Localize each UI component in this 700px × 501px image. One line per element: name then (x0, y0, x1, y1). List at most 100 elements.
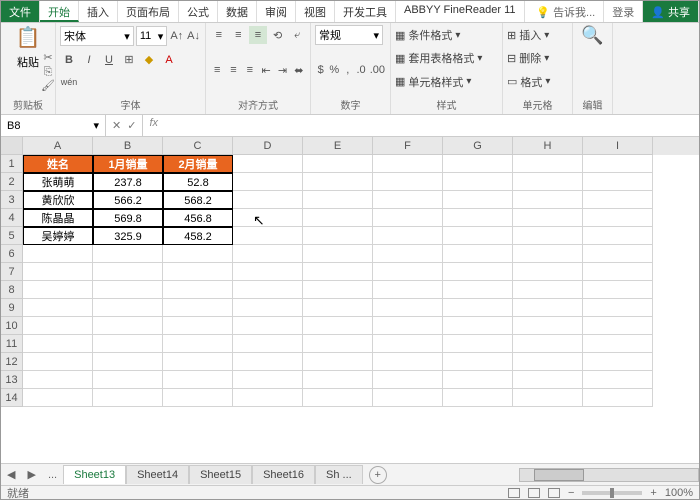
cell[interactable] (233, 263, 303, 281)
cell[interactable] (583, 317, 653, 335)
cell[interactable] (23, 335, 93, 353)
col-header[interactable]: H (513, 137, 583, 155)
cell[interactable] (513, 335, 583, 353)
enter-icon[interactable]: ✓ (127, 119, 136, 132)
cell[interactable]: 566.2 (93, 191, 163, 209)
cell[interactable] (373, 155, 443, 173)
col-header[interactable]: B (93, 137, 163, 155)
cell[interactable] (513, 371, 583, 389)
cell[interactable] (583, 227, 653, 245)
cell[interactable] (303, 155, 373, 173)
cell[interactable] (513, 317, 583, 335)
cell[interactable] (23, 317, 93, 335)
row-header[interactable]: 9 (1, 299, 23, 317)
conditional-format-button[interactable]: ▦条件格式 ▾ (395, 25, 498, 45)
cell[interactable]: 陈晶晶 (23, 209, 93, 227)
zoom-in-icon[interactable]: + (650, 487, 656, 499)
cell[interactable]: 52.8 (163, 173, 233, 191)
cell[interactable] (23, 371, 93, 389)
sheet-tab[interactable]: Sheet15 (189, 465, 252, 484)
cell[interactable] (163, 389, 233, 407)
cell[interactable] (303, 281, 373, 299)
fill-color-button[interactable]: ◆ (140, 51, 158, 69)
cell[interactable] (373, 281, 443, 299)
cell[interactable] (513, 281, 583, 299)
row-header[interactable]: 7 (1, 263, 23, 281)
shrink-font-icon[interactable]: A↓ (186, 27, 201, 45)
cell[interactable] (303, 299, 373, 317)
find-icon[interactable]: 🔍 (577, 25, 608, 46)
wrap-text-icon[interactable]: ⤶ (288, 26, 306, 44)
copy-icon[interactable]: ⎘ (41, 65, 55, 79)
orientation-icon[interactable]: ⟲ (269, 26, 287, 44)
formula-input[interactable] (164, 115, 699, 136)
cell[interactable] (373, 389, 443, 407)
cell[interactable] (163, 263, 233, 281)
cell[interactable] (93, 371, 163, 389)
cell[interactable] (233, 335, 303, 353)
row-header[interactable]: 1 (1, 155, 23, 173)
indent-dec-icon[interactable]: ⇤ (259, 61, 273, 79)
tell-me[interactable]: 💡 告诉我... (528, 1, 604, 22)
cell[interactable] (163, 353, 233, 371)
cell[interactable]: 黄欣欣 (23, 191, 93, 209)
cell[interactable] (373, 317, 443, 335)
cell[interactable] (513, 191, 583, 209)
align-mid-icon[interactable]: ≡ (230, 26, 248, 44)
spreadsheet-grid[interactable]: ABCDEFGHI1姓名1月销量2月销量2张萌萌237.852.83黄欣欣566… (1, 137, 699, 407)
col-header[interactable]: C (163, 137, 233, 155)
font-size-select[interactable]: 11▾ (136, 26, 168, 46)
sheet-tab[interactable]: Sheet13 (63, 465, 126, 484)
cell[interactable] (303, 317, 373, 335)
cell[interactable]: 2月销量 (163, 155, 233, 173)
cell[interactable] (373, 173, 443, 191)
cell[interactable] (303, 173, 373, 191)
cell[interactable] (513, 389, 583, 407)
zoom-slider[interactable] (582, 491, 642, 495)
cell[interactable] (443, 389, 513, 407)
row-header[interactable]: 8 (1, 281, 23, 299)
scroll-thumb[interactable] (534, 469, 584, 481)
cell[interactable] (93, 263, 163, 281)
border-button[interactable]: ⊞ (120, 51, 138, 69)
cell[interactable] (583, 191, 653, 209)
underline-button[interactable]: U (100, 51, 118, 69)
cell[interactable]: 458.2 (163, 227, 233, 245)
cell[interactable] (163, 371, 233, 389)
cell[interactable] (303, 371, 373, 389)
cell[interactable] (373, 299, 443, 317)
cell[interactable] (303, 209, 373, 227)
cell[interactable] (163, 335, 233, 353)
dec-decimal-icon[interactable]: .00 (369, 61, 386, 79)
indent-inc-icon[interactable]: ⇥ (275, 61, 289, 79)
cell[interactable] (93, 353, 163, 371)
cell[interactable] (513, 353, 583, 371)
col-header[interactable]: A (23, 137, 93, 155)
font-color-button[interactable]: A (160, 51, 178, 69)
inc-decimal-icon[interactable]: .0 (355, 61, 366, 79)
cell[interactable] (583, 245, 653, 263)
cell[interactable] (513, 209, 583, 227)
cut-icon[interactable]: ✂ (41, 51, 55, 65)
cell[interactable] (233, 173, 303, 191)
sheet-nav-next[interactable]: ▶ (21, 468, 41, 481)
cell[interactable] (443, 281, 513, 299)
cell[interactable]: 325.9 (93, 227, 163, 245)
name-box[interactable]: B8▾ (1, 115, 106, 136)
cell[interactable] (233, 245, 303, 263)
col-header[interactable]: D (233, 137, 303, 155)
cell[interactable] (233, 371, 303, 389)
view-layout-icon[interactable] (528, 488, 540, 498)
delete-button[interactable]: ⊟删除 ▾ (507, 48, 568, 68)
tab-formula[interactable]: 公式 (179, 1, 218, 22)
align-left-icon[interactable]: ≡ (210, 61, 224, 79)
sheet-nav-prev[interactable]: ◀ (1, 468, 21, 481)
cell[interactable] (233, 389, 303, 407)
row-header[interactable]: 11 (1, 335, 23, 353)
cell[interactable] (583, 209, 653, 227)
cell[interactable] (583, 173, 653, 191)
row-header[interactable]: 6 (1, 245, 23, 263)
share-button[interactable]: 👤 共享 (643, 1, 699, 22)
col-header[interactable]: F (373, 137, 443, 155)
tab-layout[interactable]: 页面布局 (118, 1, 179, 22)
